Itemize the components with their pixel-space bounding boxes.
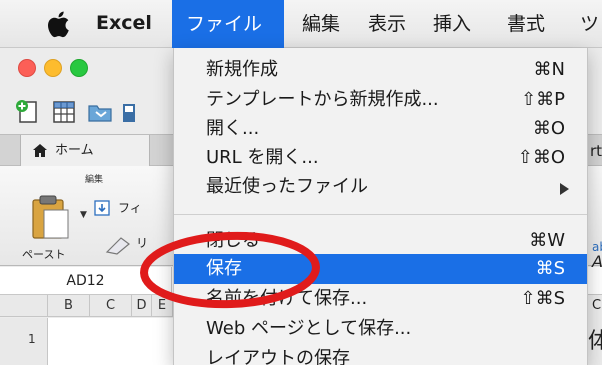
column-header-d[interactable]: D — [132, 295, 152, 317]
menu-item-shortcut: ⇧⌘S — [520, 288, 565, 309]
menu-item-label: 最近使ったファイル — [206, 176, 368, 197]
menu-item-save-as[interactable]: 名前を付けて保存... ⇧⌘S — [174, 284, 587, 314]
name-box[interactable]: AD12 — [0, 267, 172, 295]
home-icon — [33, 144, 47, 157]
menu-file[interactable]: ファイル — [172, 0, 284, 48]
apple-icon[interactable] — [44, 9, 70, 39]
menu-item-label: 開く... — [206, 118, 260, 139]
menu-item-save-layout[interactable]: レイアウトの保存 — [174, 344, 587, 365]
menu-item-label: Web ページとして保存... — [206, 318, 412, 339]
menu-item-label: URL を開く... — [206, 147, 319, 168]
menu-item-save[interactable]: 保存 ⌘S — [174, 254, 587, 284]
menu-item-shortcut: ⌘S — [535, 258, 565, 279]
menu-insert[interactable]: 挿入 — [433, 0, 471, 48]
zoom-window-button[interactable] — [70, 59, 88, 77]
column-header-c[interactable]: C — [90, 295, 132, 317]
templates-icon[interactable] — [50, 98, 78, 126]
menu-item-new[interactable]: 新規作成 ⌘N — [174, 55, 587, 85]
menu-item-label: 新規作成 — [206, 59, 278, 80]
menu-item-open-url[interactable]: URL を開く... ⇧⌘O — [174, 143, 587, 173]
menu-bar: Excel ファイル 編集 表示 挿入 書式 ツ — [0, 0, 602, 48]
menu-item-label: 保存 — [206, 258, 242, 279]
file-menu-dropdown: 新規作成 ⌘N テンプレートから新規作成... ⇧⌘P 開く... ⌘O URL… — [173, 48, 588, 365]
menu-item-save-as-web-page[interactable]: Web ページとして保存... — [174, 314, 587, 344]
tab-home[interactable]: ホーム — [20, 135, 150, 167]
column-header-e[interactable]: E — [152, 295, 173, 317]
menu-item-shortcut: ⌘N — [533, 59, 565, 80]
menu-item-close[interactable]: 閉じる ⌘W — [174, 226, 587, 256]
column-header-partial[interactable]: C — [592, 298, 601, 313]
menu-item-label: レイアウトの保存 — [206, 348, 350, 365]
menu-item-label: 閉じる — [206, 230, 260, 251]
close-window-button[interactable] — [18, 59, 36, 77]
menu-item-shortcut: ⌘W — [529, 230, 565, 251]
menu-item-shortcut: ⌘O — [532, 118, 565, 139]
menu-tools[interactable]: ツ — [580, 0, 599, 48]
column-header-b[interactable]: B — [48, 295, 90, 317]
tab-home-label: ホーム — [55, 143, 94, 158]
fill-label[interactable]: フィ — [118, 199, 142, 216]
eraser-icon[interactable] — [104, 234, 134, 256]
menu-view[interactable]: 表示 — [368, 0, 406, 48]
new-workbook-icon[interactable] — [14, 98, 42, 126]
menu-separator — [174, 214, 587, 215]
submenu-arrow-icon — [560, 183, 569, 195]
select-all-corner[interactable] — [0, 295, 48, 317]
ribbon-tab-partial-label[interactable]: rt — [590, 142, 602, 160]
menu-item-recent-files[interactable]: 最近使ったファイル — [174, 172, 587, 202]
menu-item-label: 名前を付けて保存... — [206, 288, 368, 309]
paste-clipboard-icon[interactable] — [30, 194, 70, 240]
menu-item-shortcut: ⇧⌘O — [517, 147, 565, 168]
app-name-menu[interactable]: Excel — [96, 12, 152, 34]
minimize-window-button[interactable] — [44, 59, 62, 77]
ribbon-group-title: 編集 — [85, 175, 104, 185]
menu-item-shortcut: ⇧⌘P — [521, 89, 565, 110]
menu-edit[interactable]: 編集 — [302, 0, 340, 48]
menu-format[interactable]: 書式 — [507, 0, 545, 48]
paste-label[interactable]: ペースト — [22, 246, 65, 262]
menu-item-open[interactable]: 開く... ⌘O — [174, 114, 587, 144]
menu-item-label: テンプレートから新規作成... — [206, 89, 439, 110]
cell-partial-text: 体 — [588, 329, 602, 354]
paste-dropdown-arrow-icon[interactable]: ▼ — [80, 210, 87, 220]
menu-item-new-from-template[interactable]: テンプレートから新規作成... ⇧⌘P — [174, 85, 587, 115]
save-icon[interactable] — [122, 98, 136, 126]
cell-grid[interactable] — [48, 318, 173, 365]
row-header-1[interactable]: 1 — [0, 318, 48, 365]
clear-label[interactable]: リ — [136, 234, 148, 251]
open-folder-icon[interactable] — [86, 98, 114, 126]
fill-icon[interactable] — [94, 200, 110, 216]
